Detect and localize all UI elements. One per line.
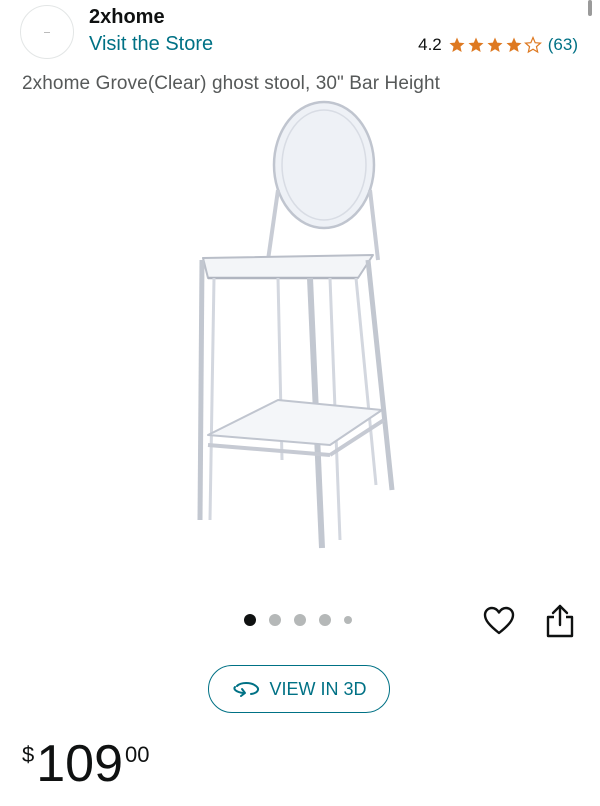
rating-stars: [448, 36, 542, 54]
carousel-dot[interactable]: [319, 614, 331, 626]
rating-count[interactable]: (63): [548, 35, 578, 55]
scrollbar[interactable]: [588, 0, 592, 16]
price-fraction: 00: [125, 742, 150, 767]
carousel-dot[interactable]: [294, 614, 306, 626]
star-empty-icon: [523, 36, 542, 54]
star-icon: [468, 37, 484, 52]
star-icon: [449, 37, 465, 52]
ghost-bar-stool-image[interactable]: [170, 100, 430, 560]
visit-store-link[interactable]: Visit the Store: [89, 33, 213, 56]
price-currency: $: [22, 742, 35, 767]
product-title: 2xhome Grove(Clear) ghost stool, 30" Bar…: [22, 73, 441, 94]
star-icon: [487, 37, 503, 52]
rating-value: 4.2: [418, 35, 442, 54]
view-in-3d-button[interactable]: VIEW IN 3D: [208, 665, 390, 713]
share-icon[interactable]: [544, 603, 576, 639]
carousel-dot[interactable]: [344, 616, 352, 624]
avatar-placeholder-mark: [44, 31, 50, 33]
carousel-dot[interactable]: [269, 614, 281, 626]
rating-summary[interactable]: 4.2 (63): [418, 35, 578, 55]
store-avatar[interactable]: [20, 5, 74, 59]
rotate-3d-icon: [233, 682, 260, 697]
image-carousel-indicator[interactable]: [244, 614, 352, 626]
heart-icon[interactable]: [482, 604, 516, 638]
price: $ 109 00: [22, 736, 150, 792]
store-name[interactable]: 2xhome: [89, 6, 165, 29]
star-icon: [506, 37, 522, 52]
carousel-dot[interactable]: [244, 614, 256, 626]
price-whole: 109: [36, 735, 124, 793]
view-in-3d-label: VIEW IN 3D: [269, 678, 367, 699]
